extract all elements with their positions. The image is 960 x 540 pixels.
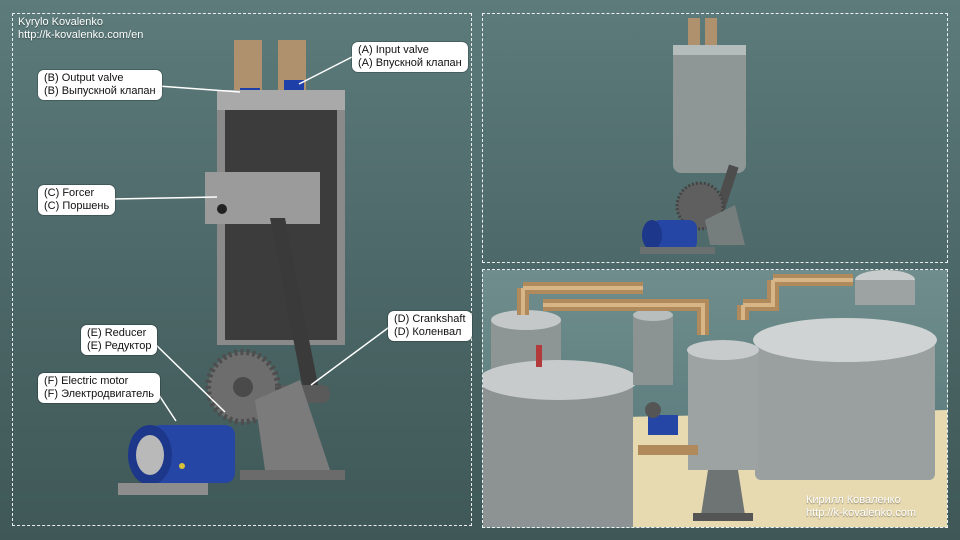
label-forcer-en: (C) Forcer xyxy=(44,187,95,199)
label-output-valve: (B) Output valve (B) Выпускной клапан xyxy=(38,70,162,100)
author-name-ru: Кирилл Коваленко xyxy=(806,494,901,506)
author-credit-ru: Кирилл Коваленко http://k-kovalenko.com xyxy=(806,494,916,520)
label-crankshaft: (D) Crankshaft (D) Коленвал xyxy=(388,311,472,341)
label-reducer: (E) Reducer (E) Редуктор xyxy=(81,325,158,355)
label-reducer-ru: (E) Редуктор xyxy=(87,340,152,352)
label-output-valve-ru: (B) Выпускной клапан xyxy=(44,85,156,97)
render-sheet: Kyrylo Kovalenko http://k-kovalenko.com/… xyxy=(0,0,960,540)
label-output-valve-en: (B) Output valve xyxy=(44,72,124,84)
author-url-ru: http://k-kovalenko.com xyxy=(806,507,917,519)
label-crankshaft-ru: (D) Коленвал xyxy=(394,326,462,338)
label-electric-motor-ru: (F) Электродвигатель xyxy=(44,388,155,400)
author-url: http://k-kovalenko.com/en xyxy=(18,29,144,41)
label-electric-motor: (F) Electric motor (F) Электродвигатель xyxy=(38,373,161,403)
label-forcer: (C) Forcer (C) Поршень xyxy=(38,185,116,215)
label-electric-motor-en: (F) Electric motor xyxy=(44,375,129,387)
author-credit: Kyrylo Kovalenko http://k-kovalenko.com/… xyxy=(18,16,143,42)
label-input-valve: (A) Input valve (A) Впускной клапан xyxy=(352,42,468,72)
label-reducer-en: (E) Reducer xyxy=(87,327,147,339)
label-input-valve-ru: (A) Впускной клапан xyxy=(358,57,462,69)
label-forcer-ru: (C) Поршень xyxy=(44,200,110,212)
label-input-valve-en: (A) Input valve xyxy=(358,44,429,56)
label-crankshaft-en: (D) Crankshaft xyxy=(394,313,466,325)
author-name: Kyrylo Kovalenko xyxy=(18,16,103,28)
